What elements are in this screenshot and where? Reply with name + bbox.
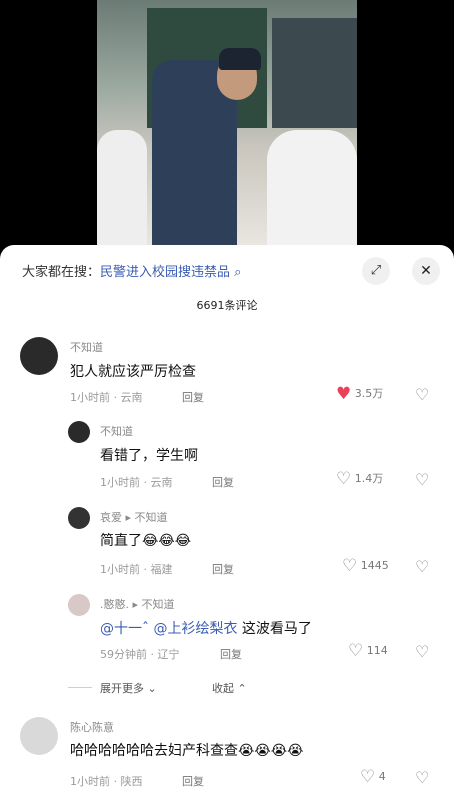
expand-more-button[interactable]: 展开更多 ⌄ bbox=[100, 680, 157, 696]
chevron-up-icon: ⌃ bbox=[234, 682, 247, 695]
comment-text: 哈哈哈哈哈哈去妇产科查查😭😭😭😭 bbox=[70, 743, 304, 759]
heart-icon: ♡ bbox=[348, 641, 364, 661]
username-text: 哀爱 bbox=[100, 511, 122, 524]
username-text: .憨憨. bbox=[100, 598, 129, 611]
reply-to-name: 不知道 bbox=[134, 511, 168, 524]
like-button[interactable]: ♡ 1.4万 bbox=[336, 469, 383, 489]
mention-link[interactable]: @十一ˆ bbox=[100, 621, 149, 637]
reply-button[interactable]: 回复 bbox=[220, 646, 242, 662]
reply-button[interactable]: 回复 bbox=[182, 773, 204, 789]
comment-text-tail: 这波看马了 bbox=[241, 621, 312, 637]
dislike-icon[interactable]: ♡ bbox=[415, 470, 429, 489]
expand-button[interactable]: ⤢ bbox=[362, 257, 390, 285]
reply-button[interactable]: 回复 bbox=[212, 561, 234, 577]
comment-username[interactable]: 陈心陈意 bbox=[70, 719, 114, 735]
thread-divider bbox=[68, 687, 92, 688]
comment-username[interactable]: 哀爱 ▸ 不知道 bbox=[100, 509, 168, 525]
like-count: 114 bbox=[366, 644, 388, 657]
comment-meta: 1小时前 · 云南 bbox=[70, 391, 143, 404]
avatar[interactable] bbox=[68, 507, 90, 529]
reply-button[interactable]: 回复 bbox=[182, 389, 204, 405]
comment-text: 看错了，学生啊 bbox=[100, 448, 198, 464]
like-button[interactable]: ♥ 3.5万 bbox=[336, 384, 383, 404]
heart-icon: ♥ bbox=[336, 384, 352, 404]
like-button[interactable]: ♡ 4 bbox=[360, 767, 386, 787]
comment-meta: 59分钟前 · 辽宁 bbox=[100, 648, 180, 661]
police-cap bbox=[219, 48, 261, 70]
dislike-icon[interactable]: ♡ bbox=[415, 557, 429, 576]
avatar[interactable] bbox=[20, 337, 58, 375]
like-count: 1445 bbox=[360, 559, 389, 572]
notice-board bbox=[272, 18, 357, 128]
search-icon[interactable]: ⌕ bbox=[230, 265, 241, 280]
like-button[interactable]: ♡ 114 bbox=[348, 641, 388, 661]
like-count: 1.4万 bbox=[354, 472, 384, 485]
mention-link[interactable]: @上衫绘梨衣 bbox=[153, 621, 237, 637]
heart-icon: ♡ bbox=[336, 469, 352, 489]
like-count: 3.5万 bbox=[354, 387, 384, 400]
reply-arrow-icon: ▸ bbox=[122, 511, 135, 524]
avatar[interactable] bbox=[20, 717, 58, 755]
search-suggestion[interactable]: 大家都在搜：民警进入校园搜违禁品 ⌕ bbox=[22, 261, 241, 280]
comment-username[interactable]: 不知道 bbox=[100, 423, 133, 439]
avatar[interactable] bbox=[68, 421, 90, 443]
heart-icon: ♡ bbox=[342, 556, 358, 576]
student-figure bbox=[97, 130, 147, 245]
search-prefix: 大家都在搜： bbox=[22, 265, 101, 280]
comment-text: 简直了😂😂😂 bbox=[100, 533, 192, 549]
collapse-label: 收起 bbox=[212, 682, 234, 695]
collapse-button[interactable]: 收起 ⌃ bbox=[212, 680, 247, 696]
reply-to-name: 不知道 bbox=[141, 598, 175, 611]
comment-text: 犯人就应该严厉检查 bbox=[70, 364, 196, 380]
video-frame bbox=[97, 0, 357, 245]
comment-meta: 1小时前 · 福建 bbox=[100, 563, 173, 576]
like-button[interactable]: ♡ 1445 bbox=[342, 556, 389, 576]
expand-more-label: 展开更多 bbox=[100, 682, 144, 695]
comment-sheet: 大家都在搜：民警进入校园搜违禁品 ⌕ ⤢ ✕ 6691条评论 不知道 犯人就应该… bbox=[0, 245, 454, 800]
comment-username[interactable]: 不知道 bbox=[70, 339, 103, 355]
avatar[interactable] bbox=[68, 594, 90, 616]
reply-button[interactable]: 回复 bbox=[212, 474, 234, 490]
comment-meta: 1小时前 · 陕西 bbox=[70, 775, 143, 788]
comment-username[interactable]: .憨憨. ▸ 不知道 bbox=[100, 596, 175, 612]
dislike-icon[interactable]: ♡ bbox=[415, 768, 429, 787]
dislike-icon[interactable]: ♡ bbox=[415, 385, 429, 404]
chevron-down-icon: ⌄ bbox=[144, 682, 157, 695]
reply-arrow-icon: ▸ bbox=[129, 598, 142, 611]
comment-count: 6691条评论 bbox=[196, 299, 258, 312]
like-count: 4 bbox=[378, 770, 386, 783]
dislike-icon[interactable]: ♡ bbox=[415, 642, 429, 661]
comment-meta: 1小时前 · 云南 bbox=[100, 476, 173, 489]
student-figure bbox=[267, 130, 357, 245]
comment-text: @十一ˆ @上衫绘梨衣 这波看马了 bbox=[100, 618, 312, 638]
video-player[interactable] bbox=[0, 0, 454, 245]
search-query-link[interactable]: 民警进入校园搜违禁品 bbox=[100, 265, 230, 280]
heart-icon: ♡ bbox=[360, 767, 376, 787]
close-button[interactable]: ✕ bbox=[412, 257, 440, 285]
